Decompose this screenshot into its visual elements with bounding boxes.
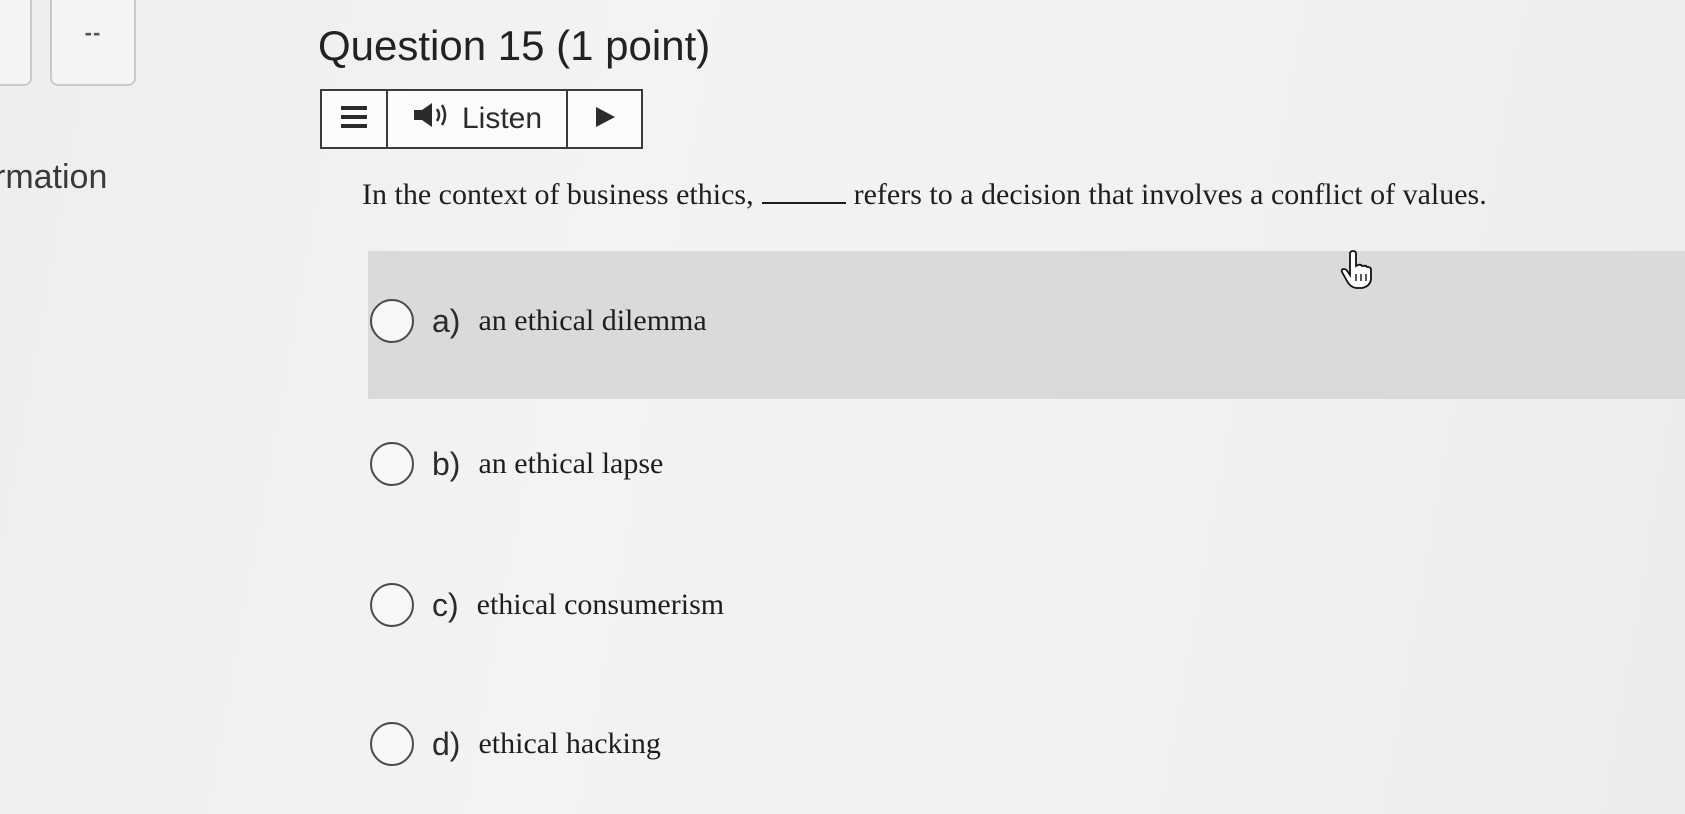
listen-toolbar: Listen [320,89,643,149]
play-icon [593,105,617,134]
option-letter: b) [432,445,461,482]
option-text: ethical consumerism [476,588,725,621]
play-button[interactable] [568,91,641,147]
question-title: Question 15 (1 point) [318,22,711,69]
option-letter: c) [432,586,459,623]
option-d[interactable]: d) ethical hacking [370,714,661,774]
left-navigation: -- rmation [0,0,200,814]
option-c[interactable]: c) ethical consumerism [370,575,724,635]
option-text: an ethical dilemma [478,304,707,337]
nav-section-label: rmation [0,158,108,196]
option-text: ethical hacking [478,727,661,760]
nav-question-box[interactable] [0,0,32,86]
nav-question-box-current[interactable]: -- [50,0,136,86]
nav-box-label: -- [84,20,102,45]
listen-menu-button[interactable] [322,91,388,147]
stem-text-after: refers to a decision that involves a con… [853,178,1487,211]
hamburger-menu-icon [341,105,367,133]
radio-button-c[interactable] [370,583,414,627]
option-letter: d) [432,725,461,762]
option-letter: a) [432,302,461,339]
radio-button-d[interactable] [370,722,414,766]
option-a[interactable]: a) an ethical dilemma [370,291,707,351]
speaker-icon [412,101,452,137]
radio-button-b[interactable] [370,442,414,486]
hand-pointer-icon [1338,250,1378,295]
stem-text-before: In the context of business ethics, [362,178,754,211]
option-b[interactable]: b) an ethical lapse [370,434,663,494]
listen-label: Listen [461,102,543,135]
listen-button[interactable]: Listen [388,91,568,147]
radio-button-a[interactable] [370,299,414,343]
question-stem: In the context of business ethics, refers… [362,178,1487,212]
option-text: an ethical lapse [478,447,664,480]
stem-blank [761,180,846,204]
